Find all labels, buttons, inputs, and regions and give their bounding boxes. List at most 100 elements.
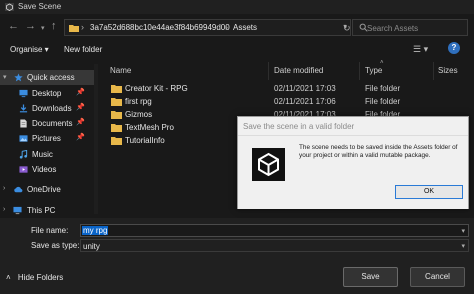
column-header-type[interactable]: Type: [365, 66, 382, 75]
sidebar-item-quick-access[interactable]: ▾ Quick access: [0, 70, 98, 85]
cancel-button[interactable]: Cancel: [410, 267, 465, 287]
sidebar-item-this-pc[interactable]: › This PC: [0, 203, 98, 218]
sidebar-item-label: Desktop: [32, 89, 62, 98]
star-icon: [14, 73, 23, 82]
navigation-pane: ▾ Quick access Desktop 📌 Downloads 📌 Doc…: [0, 62, 98, 218]
desktop-icon: [19, 89, 28, 98]
file-name-input[interactable]: my rpg ▾: [80, 224, 469, 237]
save-as-type-label: Save as type:: [31, 241, 80, 250]
chevron-up-icon: ˄: [6, 273, 11, 282]
hide-folders-label: Hide Folders: [17, 273, 64, 282]
sidebar-item-documents[interactable]: Documents 📌: [0, 116, 98, 131]
music-icon: [19, 150, 28, 159]
chevron-down-icon[interactable]: ▾: [461, 227, 465, 235]
cloud-icon: [14, 186, 23, 193]
pin-icon: 📌: [76, 134, 85, 141]
sidebar-item-label: This PC: [27, 206, 56, 215]
download-icon: [19, 104, 28, 113]
sidebar-item-videos[interactable]: Videos: [0, 162, 98, 177]
sidebar-item-label: Pictures: [32, 134, 61, 143]
pictures-icon: [19, 135, 28, 142]
sidebar-item-label: Videos: [32, 165, 57, 174]
ok-button[interactable]: OK: [395, 185, 463, 199]
toolbar: Organise ▾ New folder ☰ ▾ ?: [0, 40, 474, 60]
folder-icon: [111, 111, 122, 119]
chevron-right-icon[interactable]: ›: [3, 206, 5, 213]
file-name: Gizmos: [125, 110, 153, 119]
pin-icon: 📌: [76, 119, 85, 126]
file-date: 02/11/2021 17:03: [274, 84, 336, 93]
file-type: File folder: [365, 97, 401, 106]
chevron-down-icon[interactable]: ▾: [461, 242, 465, 250]
view-options-icon[interactable]: ☰ ▾: [413, 44, 428, 55]
chevron-right-icon[interactable]: ›: [3, 185, 5, 192]
column-divider[interactable]: [268, 62, 269, 80]
documents-icon: [20, 119, 27, 128]
computer-icon: [13, 206, 22, 215]
dialog-message: The scene needs to be saved inside the A…: [299, 144, 458, 159]
sidebar-item-onedrive[interactable]: › OneDrive: [0, 182, 98, 197]
file-name: Creator Kit - RPG: [125, 84, 188, 93]
address-bar[interactable]: › 3a7a52d688bc10e44ae3f84b69949d00 › Ass…: [64, 19, 351, 36]
search-box[interactable]: Search Assets: [352, 19, 468, 36]
file-row[interactable]: Creator Kit - RPG 02/11/2021 17:03 File …: [106, 83, 466, 95]
search-placeholder: Search Assets: [367, 24, 419, 33]
file-name: TextMesh Pro: [125, 123, 174, 132]
chevron-right-icon: ›: [225, 22, 228, 32]
folder-icon: [111, 85, 122, 93]
title-bar: Save Scene: [0, 0, 474, 14]
unity-app-icon: [5, 3, 14, 11]
chevron-right-icon: ›: [81, 22, 84, 32]
dialog-title: Save the scene in a valid folder: [243, 122, 355, 131]
sidebar-item-pictures[interactable]: Pictures 📌: [0, 131, 98, 146]
unity-logo-icon: [252, 148, 285, 181]
sidebar-item-label: OneDrive: [27, 185, 61, 194]
folder-icon: [111, 98, 122, 106]
column-header-date[interactable]: Date modified: [274, 66, 323, 75]
save-button[interactable]: Save: [343, 267, 398, 287]
save-as-type-select[interactable]: unity ▾: [80, 239, 469, 252]
videos-icon: [19, 166, 28, 173]
file-name: TutorialInfo: [125, 136, 165, 145]
forward-icon[interactable]: →: [25, 21, 36, 32]
column-header-name[interactable]: Name: [110, 66, 131, 75]
sidebar-item-label: Documents: [32, 119, 73, 128]
file-row[interactable]: first rpg 02/11/2021 17:06 File folder: [106, 96, 466, 108]
sidebar-item-downloads[interactable]: Downloads 📌: [0, 101, 98, 116]
sidebar-item-desktop[interactable]: Desktop 📌: [0, 86, 98, 101]
up-icon[interactable]: ↑: [51, 21, 57, 32]
organise-button[interactable]: Organise ▾: [10, 45, 49, 54]
folder-icon: [69, 25, 79, 32]
sidebar-item-label: Music: [32, 150, 53, 159]
refresh-icon[interactable]: ↻: [343, 23, 351, 34]
column-header-size[interactable]: Sizes: [438, 66, 458, 75]
file-date: 02/11/2021 17:06: [274, 97, 336, 106]
hide-folders-button[interactable]: ˄ Hide Folders: [6, 273, 63, 282]
chevron-down-icon[interactable]: ▾: [3, 73, 7, 81]
sidebar-item-music[interactable]: Music: [0, 147, 98, 162]
window-title: Save Scene: [18, 2, 62, 11]
sidebar-item-label: Quick access: [27, 73, 75, 82]
sidebar-item-label: Downloads: [32, 104, 72, 113]
sidebar-scrollbar[interactable]: [94, 64, 98, 214]
file-name-value: my rpg: [82, 226, 109, 235]
file-name: first rpg: [125, 97, 152, 106]
error-dialog: Save the scene in a valid folder The sce…: [237, 116, 469, 209]
breadcrumb-segment[interactable]: 3a7a52d688bc10e44ae3f84b69949d00: [90, 23, 230, 32]
file-name-label: File name:: [31, 226, 69, 235]
pin-icon: 📌: [76, 104, 85, 111]
save-as-type-value: unity: [83, 242, 100, 251]
folder-icon: [111, 124, 122, 132]
file-type: File folder: [365, 84, 401, 93]
column-divider[interactable]: [433, 62, 434, 80]
new-folder-button[interactable]: New folder: [64, 45, 102, 54]
pin-icon: 📌: [76, 89, 85, 96]
column-divider[interactable]: [359, 62, 360, 80]
recent-locations-icon[interactable]: ▾: [41, 23, 45, 34]
help-button[interactable]: ?: [448, 42, 460, 54]
save-form-area: File name: my rpg ▾ Save as type: unity …: [0, 218, 474, 294]
folder-icon: [111, 137, 122, 145]
breadcrumb-segment[interactable]: Assets: [233, 23, 257, 32]
back-icon[interactable]: ←: [8, 21, 19, 32]
dialog-body: The scene needs to be saved inside the A…: [238, 135, 468, 209]
